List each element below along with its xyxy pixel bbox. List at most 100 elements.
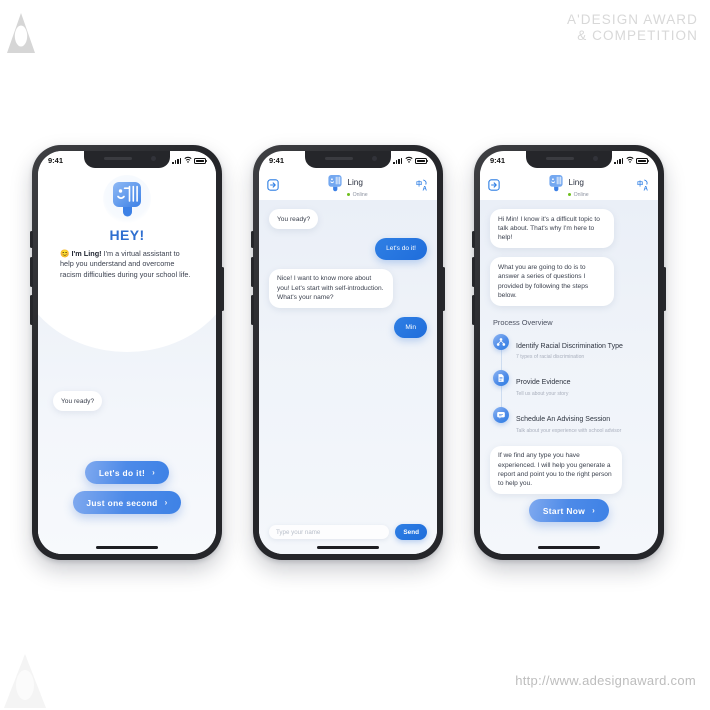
chevron-right-icon: › [152, 468, 156, 477]
step-title: Provide Evidence [516, 379, 571, 387]
brand-line-1: A'DESIGN AWARD [567, 12, 698, 27]
input-placeholder: Type your name [276, 528, 321, 536]
name-input[interactable]: Type your name [269, 525, 390, 539]
step-subtitle: Talk about your experience with school a… [516, 427, 622, 434]
process-step-1[interactable]: Identify Racial Discrimination Type 7 ty… [493, 333, 648, 362]
exit-arrow-icon[interactable] [488, 179, 500, 191]
screen-chat-process: Ling Online 中 A Hi Min! I know it's a di… [480, 151, 658, 554]
brand-line-2: & COMPETITION [577, 28, 698, 43]
bubble-text: You ready? [269, 209, 319, 230]
wifi-icon [404, 156, 413, 165]
process-overview-title: Process Overview [493, 317, 553, 327]
earpiece-speaker [546, 157, 574, 160]
process-actions: Start Now › [480, 499, 658, 522]
phone-mockup-welcome: HEY! 😊 I'm Ling! I'm a virtual assistant… [30, 145, 224, 560]
volume-up-button[interactable] [251, 257, 254, 287]
send-button[interactable]: Send [395, 524, 427, 540]
mute-switch[interactable] [30, 231, 33, 248]
front-camera [151, 156, 156, 161]
message-list[interactable]: You ready? Let's do it! Nice! I want to … [259, 200, 437, 554]
volume-up-button[interactable] [472, 257, 475, 287]
home-indicator[interactable] [317, 546, 379, 549]
online-dot-icon [347, 193, 351, 197]
volume-down-button[interactable] [472, 295, 475, 325]
welcome-body: HEY! 😊 I'm Ling! I'm a virtual assistant… [38, 151, 216, 554]
status-indicators [393, 156, 429, 165]
message-row: Hi Min! I know it's a difficult topic to… [490, 209, 648, 249]
step-subtitle: Tell us about your story [516, 391, 569, 398]
mute-switch[interactable] [251, 231, 254, 248]
welcome-hero: HEY! 😊 I'm Ling! I'm a virtual assistant… [38, 175, 216, 280]
chat-meta: Ling Online [568, 172, 589, 198]
signal-bars-icon [614, 157, 623, 164]
welcome-lower-panel [38, 260, 216, 554]
chat-identity: Ling Online [279, 172, 416, 198]
mute-switch[interactable] [472, 231, 475, 248]
battery-full-icon [415, 157, 429, 164]
status-indicators [614, 156, 650, 165]
bubble-text: Let's do it! [375, 238, 427, 260]
process-steps: Identify Racial Discrimination Type 7 ty… [493, 333, 648, 435]
earpiece-speaker [104, 157, 132, 160]
page-title: HEY! [109, 227, 145, 243]
phone-mockup-chat: Ling Online 中 A You ready? Let's do it! … [251, 145, 445, 560]
status-time: 9:41 [48, 156, 64, 165]
svg-text:A: A [423, 185, 428, 191]
earpiece-speaker [325, 157, 353, 160]
bubble-text: If we find any type you have experienced… [490, 445, 622, 495]
chat-message-icon [493, 407, 509, 424]
home-indicator[interactable] [96, 546, 158, 549]
volume-down-button[interactable] [251, 295, 254, 325]
button-label: Start Now [542, 505, 586, 516]
just-one-second-button[interactable]: Just one second › [73, 491, 181, 514]
home-indicator[interactable] [538, 546, 600, 549]
battery-full-icon [636, 157, 650, 164]
phone-mockup-process: Ling Online 中 A Hi Min! I know it's a di… [472, 145, 666, 560]
online-dot-icon [568, 193, 572, 197]
message-row: Let's do it! [269, 238, 427, 260]
bot-bubble: You ready? [53, 391, 103, 412]
translate-language-icon[interactable]: 中 A [637, 179, 650, 192]
status-time: 9:41 [269, 156, 285, 165]
status-label: Online [352, 191, 368, 198]
avatar [103, 175, 151, 223]
chat-header: Ling Online 中 A [480, 170, 658, 200]
start-now-button[interactable]: Start Now › [528, 499, 610, 522]
chat-meta: Ling Online [347, 172, 368, 198]
message-row: Min [269, 317, 427, 339]
bubble-text: Nice! I want to know more about you! Let… [269, 268, 393, 309]
poster-stage: A'DESIGN AWARD & COMPETITION http://www.… [0, 0, 710, 710]
bubble-text: Hi Min! I know it's a difficult topic to… [490, 209, 614, 249]
intro-paragraph: 😊 I'm Ling! I'm a virtual assistant to h… [60, 249, 194, 280]
step-text: Schedule An Advising Session Talk about … [516, 407, 621, 435]
chevron-right-icon: › [164, 498, 168, 507]
power-button[interactable] [663, 267, 666, 311]
lets-do-it-button[interactable]: Let's do it! › [84, 461, 170, 484]
wifi-icon [183, 156, 192, 165]
status-badge: Online [568, 192, 589, 198]
exit-arrow-icon[interactable] [267, 179, 279, 191]
process-step-3[interactable]: Schedule An Advising Session Talk about … [493, 407, 648, 435]
notch [526, 151, 612, 168]
power-button[interactable] [442, 267, 445, 311]
brand-watermark: A'DESIGN AWARD & COMPETITION [567, 12, 698, 44]
bubble-text: Min [394, 317, 427, 339]
status-indicators [172, 156, 208, 165]
a-triangle-logo-icon [6, 12, 36, 54]
hierarchy-network-icon [493, 333, 509, 350]
screen-welcome: HEY! 😊 I'm Ling! I'm a virtual assistant… [38, 151, 216, 554]
status-badge: Online [347, 191, 368, 198]
ling-avatar-logo-icon [110, 180, 144, 225]
step-text: Identify Racial Discrimination Type 7 ty… [516, 334, 623, 362]
power-button[interactable] [221, 267, 224, 311]
welcome-actions: Let's do it! › Just one second › [38, 461, 216, 514]
volume-down-button[interactable] [30, 295, 33, 325]
signal-bars-icon [172, 157, 181, 164]
process-step-2[interactable]: Provide Evidence Tell us about your stor… [493, 370, 648, 398]
wifi-icon [625, 156, 634, 165]
volume-up-button[interactable] [30, 257, 33, 287]
intro-bold-text: I'm Ling! [71, 249, 102, 258]
translate-language-icon[interactable]: 中 A [416, 179, 429, 192]
ling-avatar-logo-icon [327, 174, 343, 198]
step-text: Provide Evidence Tell us about your stor… [516, 370, 570, 398]
